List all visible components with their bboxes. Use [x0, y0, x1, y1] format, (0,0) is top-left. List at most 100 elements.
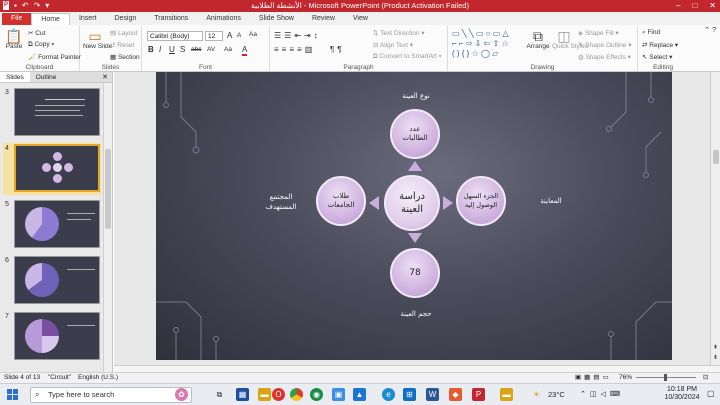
- task-view-icon[interactable]: ⧉: [213, 388, 226, 401]
- align-text-button[interactable]: ⊟ Align Text ▾: [373, 41, 413, 49]
- folder-icon[interactable]: ▬: [500, 388, 513, 401]
- text-direction-button[interactable]: ⇅ Text Direction ▾: [373, 29, 425, 37]
- find-button[interactable]: ⌕ Find: [642, 29, 660, 37]
- slideshow-view-icon[interactable]: ▭: [602, 374, 611, 381]
- close-button[interactable]: ✕: [709, 1, 716, 10]
- replace-button[interactable]: ⇄ Replace ▾: [642, 41, 678, 49]
- slide-canvas[interactable]: نوع العينة المجتمع المستهدف المعاينة حجم…: [156, 72, 672, 360]
- layout-button[interactable]: ▤ Layout: [110, 29, 138, 37]
- char-spacing-button[interactable]: AV: [207, 46, 215, 53]
- notes-pane[interactable]: [114, 365, 720, 372]
- clear-format-button[interactable]: Aa: [249, 31, 257, 38]
- paste-button[interactable]: 📋 Paste: [3, 29, 25, 50]
- quick-styles-button[interactable]: ◫ Quick Styles: [552, 29, 588, 50]
- tab-insert[interactable]: Insert: [70, 13, 106, 25]
- close-pane-button[interactable]: ✕: [102, 73, 108, 81]
- powerpoint-icon[interactable]: P: [472, 388, 485, 401]
- slide-thumbnail[interactable]: 3: [3, 87, 101, 139]
- format-painter-button[interactable]: 🖌 Format Painter: [28, 53, 81, 61]
- strikethrough-button[interactable]: abc: [191, 46, 201, 53]
- slide-thumbnail-selected[interactable]: 4: [3, 143, 101, 195]
- circle-bottom[interactable]: 78: [390, 248, 440, 298]
- tab-review[interactable]: Review: [303, 13, 344, 25]
- taskbar-search-box[interactable]: ⌕ Type here to search: [30, 387, 192, 403]
- font-name-combo[interactable]: Calibri (Body): [147, 31, 203, 41]
- zoom-level[interactable]: 76%: [619, 373, 632, 383]
- view-buttons[interactable]: ▣▦▤▭: [575, 373, 612, 383]
- circle-top[interactable]: عدد الطالبات: [390, 109, 440, 159]
- tab-transitions[interactable]: Transitions: [145, 13, 197, 25]
- slide-scrollbar[interactable]: ⇞ ⇟: [710, 72, 720, 365]
- slide-thumbnail[interactable]: 5: [3, 199, 101, 251]
- network-icon[interactable]: ◫: [590, 391, 601, 398]
- windows-start-icon[interactable]: [7, 389, 19, 401]
- file-explorer-icon[interactable]: ▬: [258, 388, 271, 401]
- next-slide-icon[interactable]: ⇟: [713, 354, 718, 361]
- bold-button[interactable]: B: [148, 45, 154, 54]
- circle-center[interactable]: دراسة العينة: [384, 175, 440, 231]
- file-app-icon[interactable]: ▦: [236, 388, 249, 401]
- maximize-button[interactable]: □: [692, 1, 697, 10]
- copy-button[interactable]: ⧉ Copy ▾: [28, 41, 54, 49]
- slides-pane-scrollbar[interactable]: [103, 83, 112, 372]
- reset-button[interactable]: ↺ Reset: [110, 41, 134, 49]
- weather-temp[interactable]: 23°C: [548, 390, 565, 399]
- shape-effects-button[interactable]: ◍ Shape Effects ▾: [578, 53, 631, 61]
- system-tray-icons[interactable]: ⌃◫◁⌨: [580, 390, 624, 398]
- language-indicator[interactable]: English (U.S.): [78, 373, 118, 383]
- tab-slides[interactable]: Slides: [0, 72, 30, 82]
- direction-buttons[interactable]: ¶¶: [330, 45, 345, 54]
- chrome-icon[interactable]: [290, 388, 303, 401]
- widgets-icon[interactable]: ✿: [175, 388, 188, 401]
- notifications-icon[interactable]: ▢: [707, 389, 715, 398]
- font-color-button[interactable]: A: [242, 45, 248, 56]
- smartart-button[interactable]: ⧉ Convert to SmartArt ▾: [373, 53, 441, 61]
- prev-slide-icon[interactable]: ⇞: [713, 344, 718, 351]
- change-case-button[interactable]: Aa: [224, 46, 232, 53]
- tab-home[interactable]: Home: [31, 13, 70, 25]
- circle-right[interactable]: الجزء السهل الوصول إليه: [456, 176, 506, 226]
- store-icon[interactable]: ⊞: [403, 388, 416, 401]
- normal-view-icon[interactable]: ▣: [575, 374, 584, 381]
- minimize-button[interactable]: –: [676, 1, 680, 10]
- collapse-ribbon-icon[interactable]: ⌃ ?: [704, 26, 716, 34]
- clock[interactable]: 10:18 PM 10/30/2024: [660, 386, 704, 402]
- tab-design[interactable]: Design: [105, 13, 145, 25]
- zoom-slider-thumb[interactable]: [664, 374, 667, 381]
- shadow-button[interactable]: S: [180, 45, 185, 54]
- italic-button[interactable]: I: [159, 45, 161, 54]
- shape-outline-button[interactable]: ✎ Shape Outline ▾: [578, 41, 632, 49]
- new-slide-button[interactable]: ▭ New Slide: [83, 29, 112, 50]
- section-button[interactable]: ▦ Section: [110, 53, 140, 61]
- tab-file[interactable]: File: [2, 13, 32, 25]
- edge-icon[interactable]: e: [382, 388, 395, 401]
- app-orange-icon[interactable]: ◆: [449, 388, 462, 401]
- grow-font-button[interactable]: A: [227, 31, 232, 40]
- font-size-combo[interactable]: 12: [205, 31, 223, 41]
- shapes-gallery[interactable]: ▭ ╲ ╲ ▭ ○ ▭ △ ⌐ ⌐ ⇨ ⇩ ⇦ ⇧ ☆( ) { } ☆ ◯ ▱: [452, 29, 522, 59]
- speaker-icon[interactable]: ◁: [601, 391, 610, 398]
- select-button[interactable]: ↖ Select ▾: [642, 53, 672, 61]
- tab-slide-show[interactable]: Slide Show: [250, 13, 303, 25]
- arrange-button[interactable]: ⧉ Arrange: [526, 29, 550, 50]
- circle-left[interactable]: طلاب الجامعات: [316, 176, 366, 226]
- fit-slide-icon[interactable]: ⊡: [703, 373, 708, 383]
- photos-icon[interactable]: ▲: [353, 388, 366, 401]
- app-green-icon[interactable]: ◉: [310, 388, 323, 401]
- slide-thumbnail[interactable]: 7: [3, 311, 101, 363]
- shrink-font-button[interactable]: A: [237, 32, 241, 39]
- word-icon[interactable]: W: [426, 388, 439, 401]
- language-icon[interactable]: ⌨: [610, 391, 624, 398]
- tab-outline[interactable]: Outline: [30, 72, 63, 82]
- app-blue-icon[interactable]: ▣: [332, 388, 345, 401]
- weather-icon[interactable]: ☀: [530, 388, 543, 401]
- underline-button[interactable]: U: [169, 45, 175, 54]
- chevron-up-icon[interactable]: ⌃: [580, 391, 590, 398]
- opera-icon[interactable]: O: [272, 388, 285, 401]
- align-buttons[interactable]: ≡≡≡≡▥: [274, 45, 315, 54]
- shape-fill-button[interactable]: ◈ Shape Fill ▾: [578, 29, 619, 37]
- cut-button[interactable]: ✂ Cut: [28, 29, 45, 37]
- slide-thumbnail[interactable]: 6: [3, 255, 101, 307]
- list-buttons[interactable]: ☰☰⇤⇥↕: [274, 31, 321, 40]
- sorter-view-icon[interactable]: ▦: [584, 374, 593, 381]
